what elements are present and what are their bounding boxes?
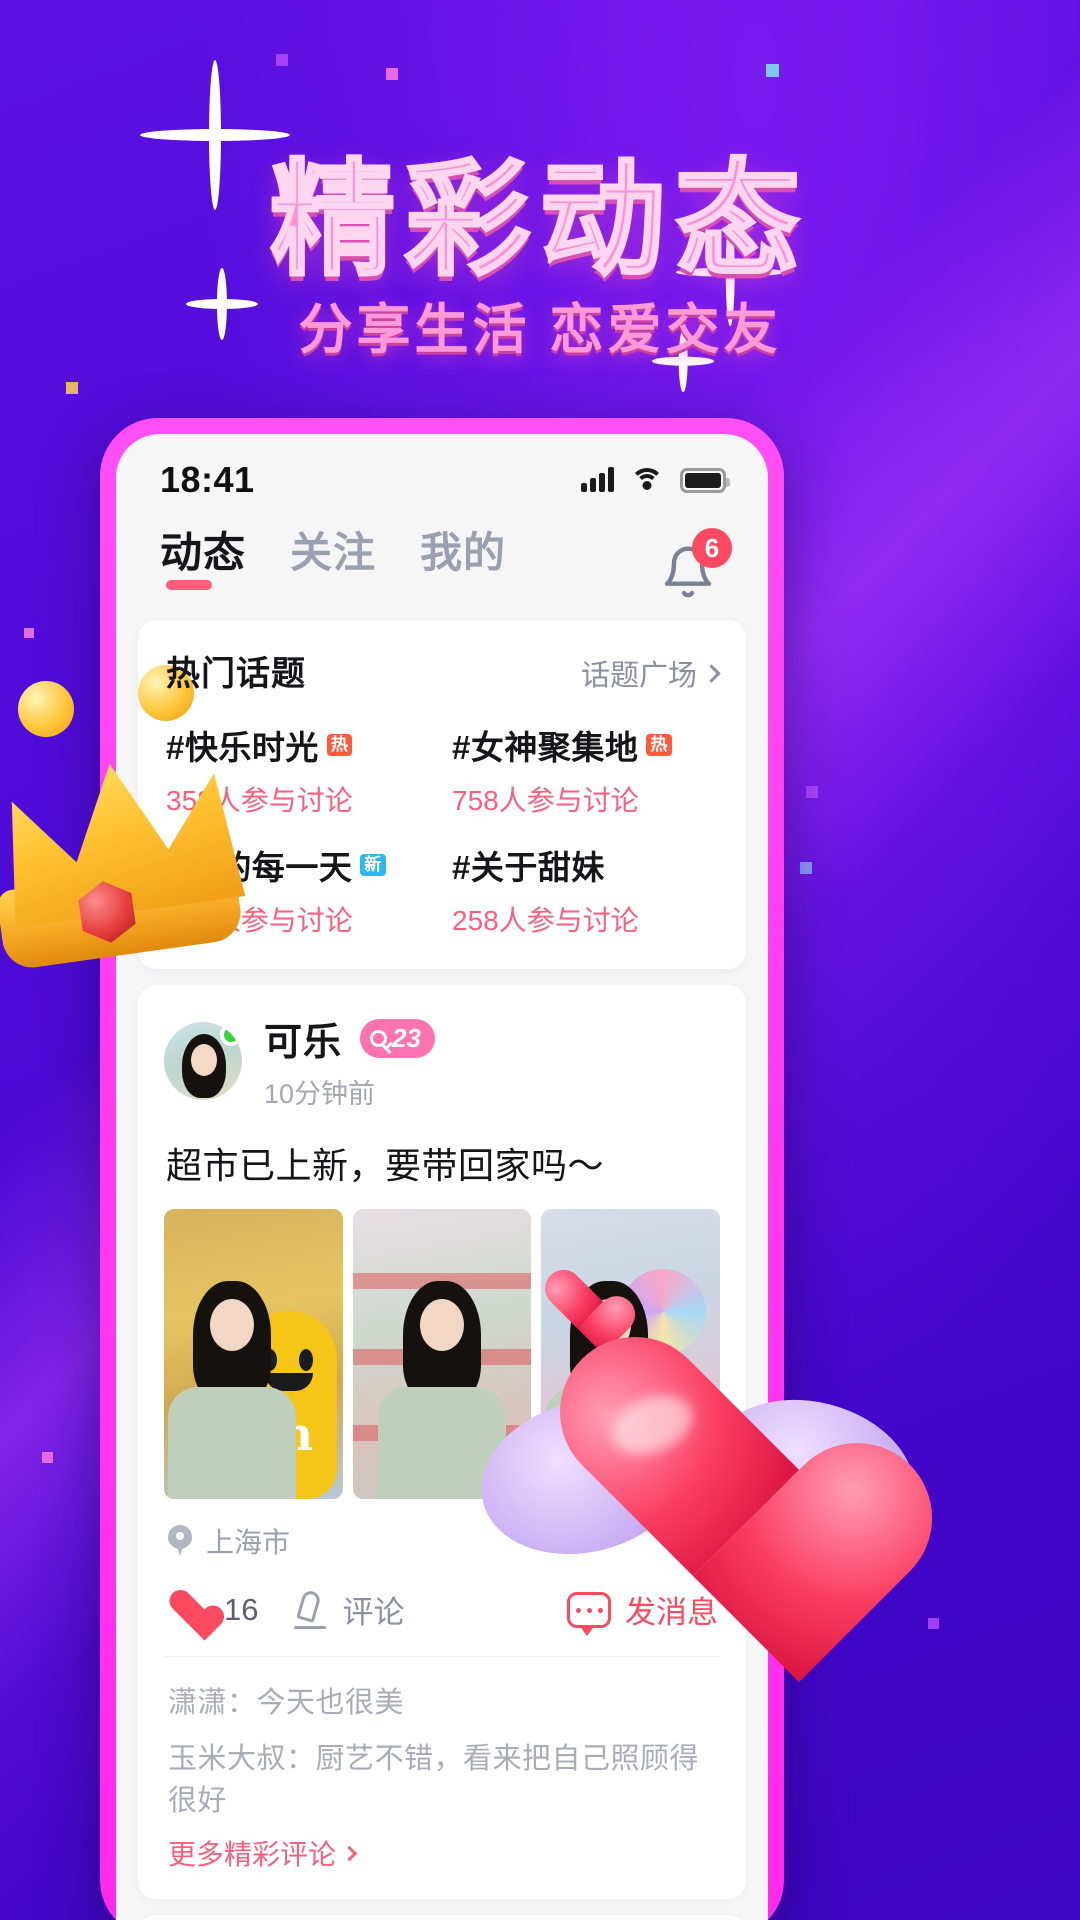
post-author-name: 可乐 — [264, 1022, 343, 1064]
pencil-icon — [292, 1588, 328, 1629]
decor-pixel — [386, 68, 398, 80]
location-text: 上海市 — [206, 1527, 291, 1558]
tab-wode[interactable]: 我的 — [420, 532, 506, 592]
topic-name: #关于甜妹 — [452, 849, 605, 886]
age-value: 23 — [392, 1023, 421, 1053]
promo-title: 精彩动态 — [269, 150, 810, 292]
heart-shape — [550, 1344, 836, 1614]
tab-guanzhu[interactable]: 关注 — [290, 532, 376, 592]
gender-age-badge: 23 — [360, 1019, 435, 1058]
hot-topics-title: 热门话题 — [164, 646, 312, 697]
post-meta: 可乐 23 10分钟前 — [264, 1011, 435, 1111]
nav-bar: 动态 关注 我的 6 — [116, 512, 768, 604]
hot-topics-header: 热门话题 话题广场 — [164, 646, 721, 697]
tab-active-underline — [166, 580, 212, 590]
tab-label: 我的 — [420, 529, 507, 576]
topic-plaza-label: 话题广场 — [580, 660, 697, 692]
post-header: 可乐 23 10分钟前 — [164, 1011, 720, 1111]
promo-subtitle: 分享生活 恋爱交友 — [298, 300, 782, 360]
comment-label: 评论 — [342, 1595, 405, 1630]
crown-ball — [18, 681, 74, 737]
online-status-dot — [220, 1024, 242, 1046]
topic-tag: 热 — [646, 733, 672, 757]
location-pin-icon — [168, 1525, 192, 1557]
topic-name-row: #关于甜妹 — [452, 841, 718, 889]
wifi-icon — [630, 467, 664, 493]
topic-tag: 热 — [326, 733, 353, 757]
post-text: 超市已上新，要带回家吗～ — [166, 1145, 605, 1186]
comment-item: 玉米大叔：厨艺不错，看来把自己照顾得很好 — [168, 1743, 700, 1817]
photo-person — [167, 1281, 296, 1499]
heart-decoration — [464, 1310, 932, 1690]
tab-dongtai[interactable]: 动态 — [160, 532, 246, 592]
status-clock: 18:41 — [160, 459, 255, 500]
notification-badge: 6 — [692, 528, 732, 568]
female-symbol-icon — [370, 1030, 388, 1047]
more-comments-link[interactable]: 更多精彩评论 — [168, 1833, 716, 1873]
topic-count: 758人参与讨论 — [452, 785, 639, 816]
decor-pixel — [66, 382, 78, 394]
topic-item[interactable]: #女神聚集地 热 758人参与讨论 — [452, 721, 718, 819]
post-card: 草莓酱 25 12分钟前 美丽的秋天 — [138, 1915, 746, 1920]
topic-plaza-link[interactable]: 话题广场 — [580, 652, 721, 694]
avatar-face — [191, 1044, 217, 1076]
post-photo[interactable] — [164, 1209, 343, 1499]
topic-count: 258人参与讨论 — [452, 905, 639, 936]
more-comments-label: 更多精彩评论 — [168, 1839, 337, 1870]
tab-label: 关注 — [290, 529, 377, 576]
phone-screen: 18:41 动态 关注 我的 6 热门话题 话题广场 #快乐时光 热 358人参… — [116, 434, 768, 1920]
battery-icon — [680, 467, 730, 493]
topic-name-row: #女神聚集地 热 — [452, 721, 718, 769]
chevron-right-icon — [702, 663, 721, 683]
post-name-row: 可乐 23 — [264, 1011, 435, 1066]
decor-pixel — [806, 786, 818, 798]
decor-pixel — [42, 1452, 53, 1463]
hot-topics-title-text: 热门话题 — [166, 655, 306, 693]
phone-mockup: 18:41 动态 关注 我的 6 热门话题 话题广场 #快乐时光 热 358人参… — [100, 418, 784, 1920]
decor-pixel — [24, 628, 34, 638]
tab-label: 动态 — [160, 529, 247, 576]
post-comments: 潇潇：今天也很美 玉米大叔：厨艺不错，看来把自己照顾得很好 更多精彩评论 — [164, 1657, 720, 1899]
decor-pixel — [928, 1618, 939, 1629]
tab-list: 动态 关注 我的 — [160, 532, 506, 592]
crown-decoration — [0, 665, 260, 972]
topic-name: #女神聚集地 — [452, 729, 639, 766]
status-bar: 18:41 — [116, 434, 768, 512]
like-button[interactable]: 16 — [168, 1591, 258, 1629]
post-timestamp: 10分钟前 — [264, 1079, 376, 1109]
decor-pixel — [800, 862, 812, 874]
decor-pixel — [766, 64, 779, 77]
comment-button[interactable]: 评论 — [292, 1587, 404, 1632]
topic-item[interactable]: #关于甜妹 258人参与讨论 — [452, 841, 718, 939]
chevron-right-icon — [341, 1845, 358, 1861]
topic-tag: 新 — [360, 853, 386, 877]
signal-bars-icon — [581, 467, 614, 492]
like-count: 16 — [224, 1591, 259, 1627]
post-actions-left: 16 评论 — [168, 1587, 404, 1632]
heart-icon — [168, 1591, 210, 1629]
notifications-button[interactable]: 6 — [658, 528, 732, 604]
avatar[interactable] — [164, 1022, 242, 1100]
status-icons — [581, 467, 730, 493]
